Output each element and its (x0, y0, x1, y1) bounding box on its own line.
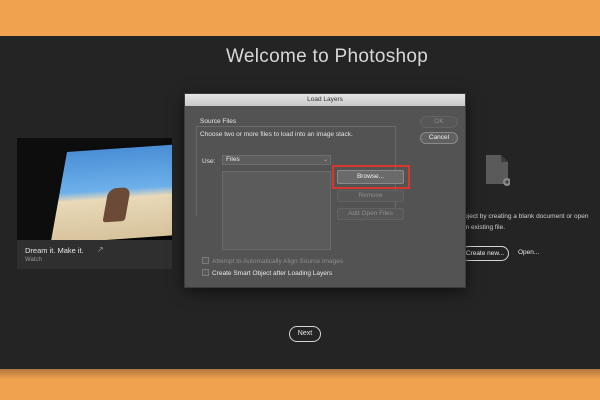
create-new-button[interactable]: Create new... (461, 246, 509, 261)
file-list[interactable] (222, 171, 331, 250)
align-images-label: Attempt to Automatically Align Source Im… (212, 258, 344, 265)
page-curl (169, 138, 172, 161)
smart-object-checkbox[interactable] (202, 269, 209, 276)
smart-object-label: Create Smart Object after Loading Layers (212, 270, 333, 277)
start-description: roject by creating a blank document or o… (462, 213, 589, 231)
add-open-files-button[interactable]: Add Open Files (337, 208, 404, 220)
align-images-checkbox-row[interactable]: Attempt to Automatically Align Source Im… (202, 257, 343, 265)
browse-button[interactable]: Browse... (337, 170, 404, 184)
card-title: Dream it. Make it. (25, 246, 84, 255)
load-layers-dialog: Load Layers Source Files Choose two or m… (184, 93, 466, 288)
use-select-value: Files (226, 156, 240, 163)
card-thumbnail[interactable] (17, 138, 172, 240)
remove-button[interactable]: Remove (337, 190, 404, 202)
use-label: Use: (202, 158, 216, 165)
beach-photo (50, 138, 172, 240)
person-figure (102, 187, 131, 223)
screen-shadow (0, 369, 600, 379)
welcome-title: Welcome to Photoshop (226, 46, 429, 67)
group-description: Choose two or more files to load into an… (200, 131, 353, 138)
ok-button[interactable]: OK (420, 116, 458, 128)
next-button[interactable]: Next (289, 326, 321, 342)
use-select[interactable]: Files ⌄ (222, 155, 331, 165)
smart-object-checkbox-row[interactable]: Create Smart Object after Loading Layers (202, 269, 332, 277)
new-document-icon (486, 155, 510, 186)
cancel-button[interactable]: Cancel (420, 132, 458, 144)
dialog-title[interactable]: Load Layers (185, 94, 465, 106)
align-images-checkbox[interactable] (202, 257, 209, 264)
source-files-label: Source Files (200, 118, 237, 125)
chevron-down-icon: ⌄ (322, 157, 328, 163)
dream-it-card[interactable]: Dream it. Make it. ↗ Watch (17, 138, 172, 269)
external-link-icon: ↗ (97, 245, 104, 254)
card-subtitle[interactable]: Watch (25, 257, 42, 263)
open-button[interactable]: Open... (518, 249, 539, 256)
